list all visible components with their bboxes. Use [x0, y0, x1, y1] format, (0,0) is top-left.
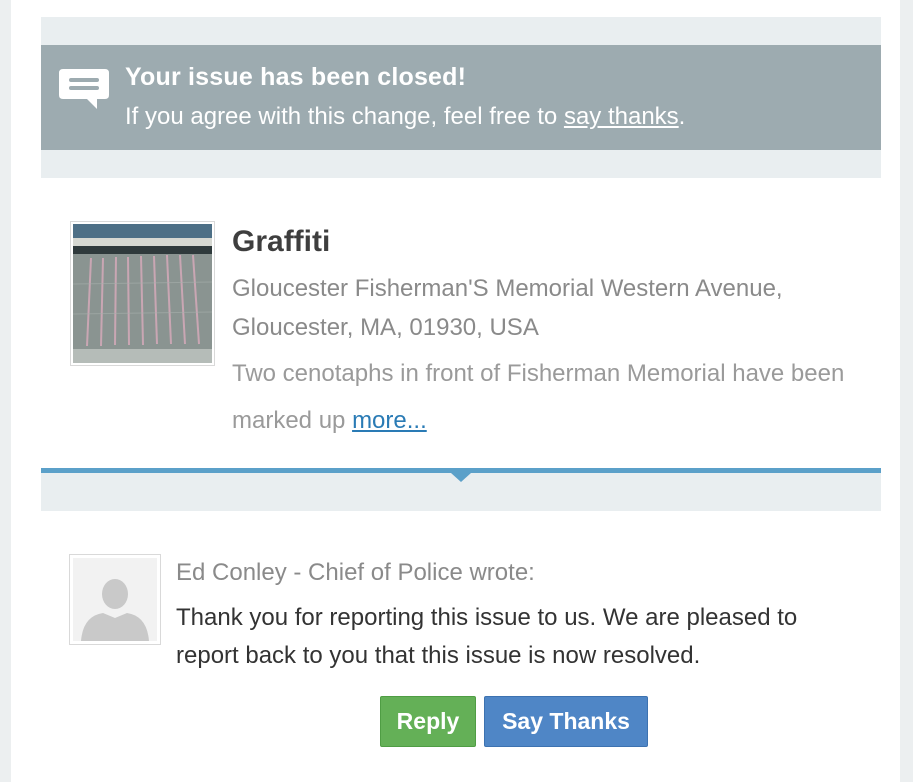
more-link[interactable]: more... — [352, 407, 427, 434]
notification-card: Your issue has been closed! If you agree… — [41, 17, 881, 782]
issue-description: Two cenotaphs in front of Fisherman Memo… — [232, 350, 852, 444]
right-gutter — [900, 0, 913, 782]
default-person-icon — [73, 558, 157, 641]
comment-author: Ed Conley - Chief of Police wrote: — [176, 559, 535, 586]
issue-description-text: Two cenotaphs in front of Fisherman Memo… — [232, 360, 845, 434]
top-band — [41, 17, 881, 45]
notice-subtitle: If you agree with this change, feel free… — [125, 103, 685, 131]
notice-subtitle-suffix: . — [678, 103, 686, 130]
say-thanks-link[interactable]: say thanks — [564, 103, 679, 130]
middle-band — [41, 150, 881, 178]
divider-notch — [451, 473, 471, 482]
email-page: Your issue has been closed! If you agree… — [0, 0, 913, 782]
say-thanks-button[interactable]: Say Thanks — [484, 696, 648, 747]
left-gutter — [0, 0, 11, 782]
notice-subtitle-prefix: If you agree with this change, feel free… — [125, 103, 564, 130]
closed-notice-banner: Your issue has been closed! If you agree… — [41, 45, 881, 150]
avatar — [69, 554, 161, 645]
issue-photo[interactable] — [70, 221, 215, 366]
graffiti-photo-image — [72, 224, 213, 363]
issue-title: Graffiti — [232, 225, 331, 258]
issue-address: Gloucester Fisherman'S Memorial Western … — [232, 275, 783, 341]
speech-bubble-icon — [57, 67, 111, 113]
comment-body: Thank you for reporting this issue to us… — [176, 604, 798, 669]
notice-title: Your issue has been closed! — [125, 63, 467, 91]
reply-button[interactable]: Reply — [380, 696, 476, 747]
